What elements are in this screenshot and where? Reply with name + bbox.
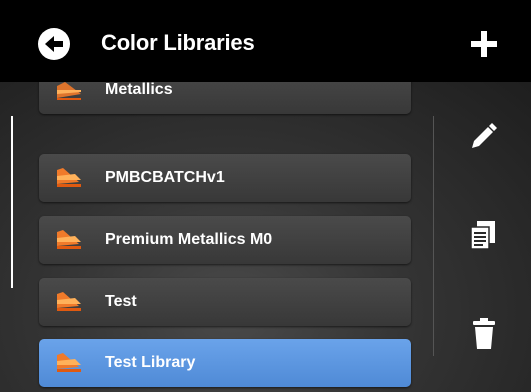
list-item-pmbcbatchv1[interactable]: PMBCBATCHv1 [39,154,411,202]
back-arrow-icon[interactable] [36,26,72,62]
color-swatch-icon [57,168,81,187]
color-swatch-icon [57,230,81,249]
list-item-label: Metallics [105,82,173,98]
list-item-label: Premium Metallics M0 [105,231,273,248]
list-item-test-library[interactable]: Test Library [39,339,411,387]
divider [433,116,434,356]
color-swatch-icon [57,292,81,311]
library-list: Metallics PMBCBATCHv1 Premium Metallics … [0,82,420,392]
page-title: Color Libraries [101,30,255,55]
list-item-premium-metallics-m0[interactable]: Premium Metallics M0 [39,216,411,264]
list-item-label: Test Library [105,354,196,371]
copy-icon[interactable] [470,220,496,250]
color-swatch-icon [57,353,81,372]
color-swatch-icon [57,82,81,100]
list-item-test[interactable]: Test [39,278,411,326]
trash-icon[interactable] [472,318,496,350]
list-item-metallics[interactable]: Metallics [39,82,411,114]
list-item-label: PMBCBATCHv1 [105,169,225,186]
library-panel: Metallics PMBCBATCHv1 Premium Metallics … [0,82,531,392]
app-header: Color Libraries [0,0,531,82]
plus-icon[interactable] [470,30,498,58]
pencil-icon[interactable] [468,122,498,152]
list-item-label: Test [105,293,137,310]
